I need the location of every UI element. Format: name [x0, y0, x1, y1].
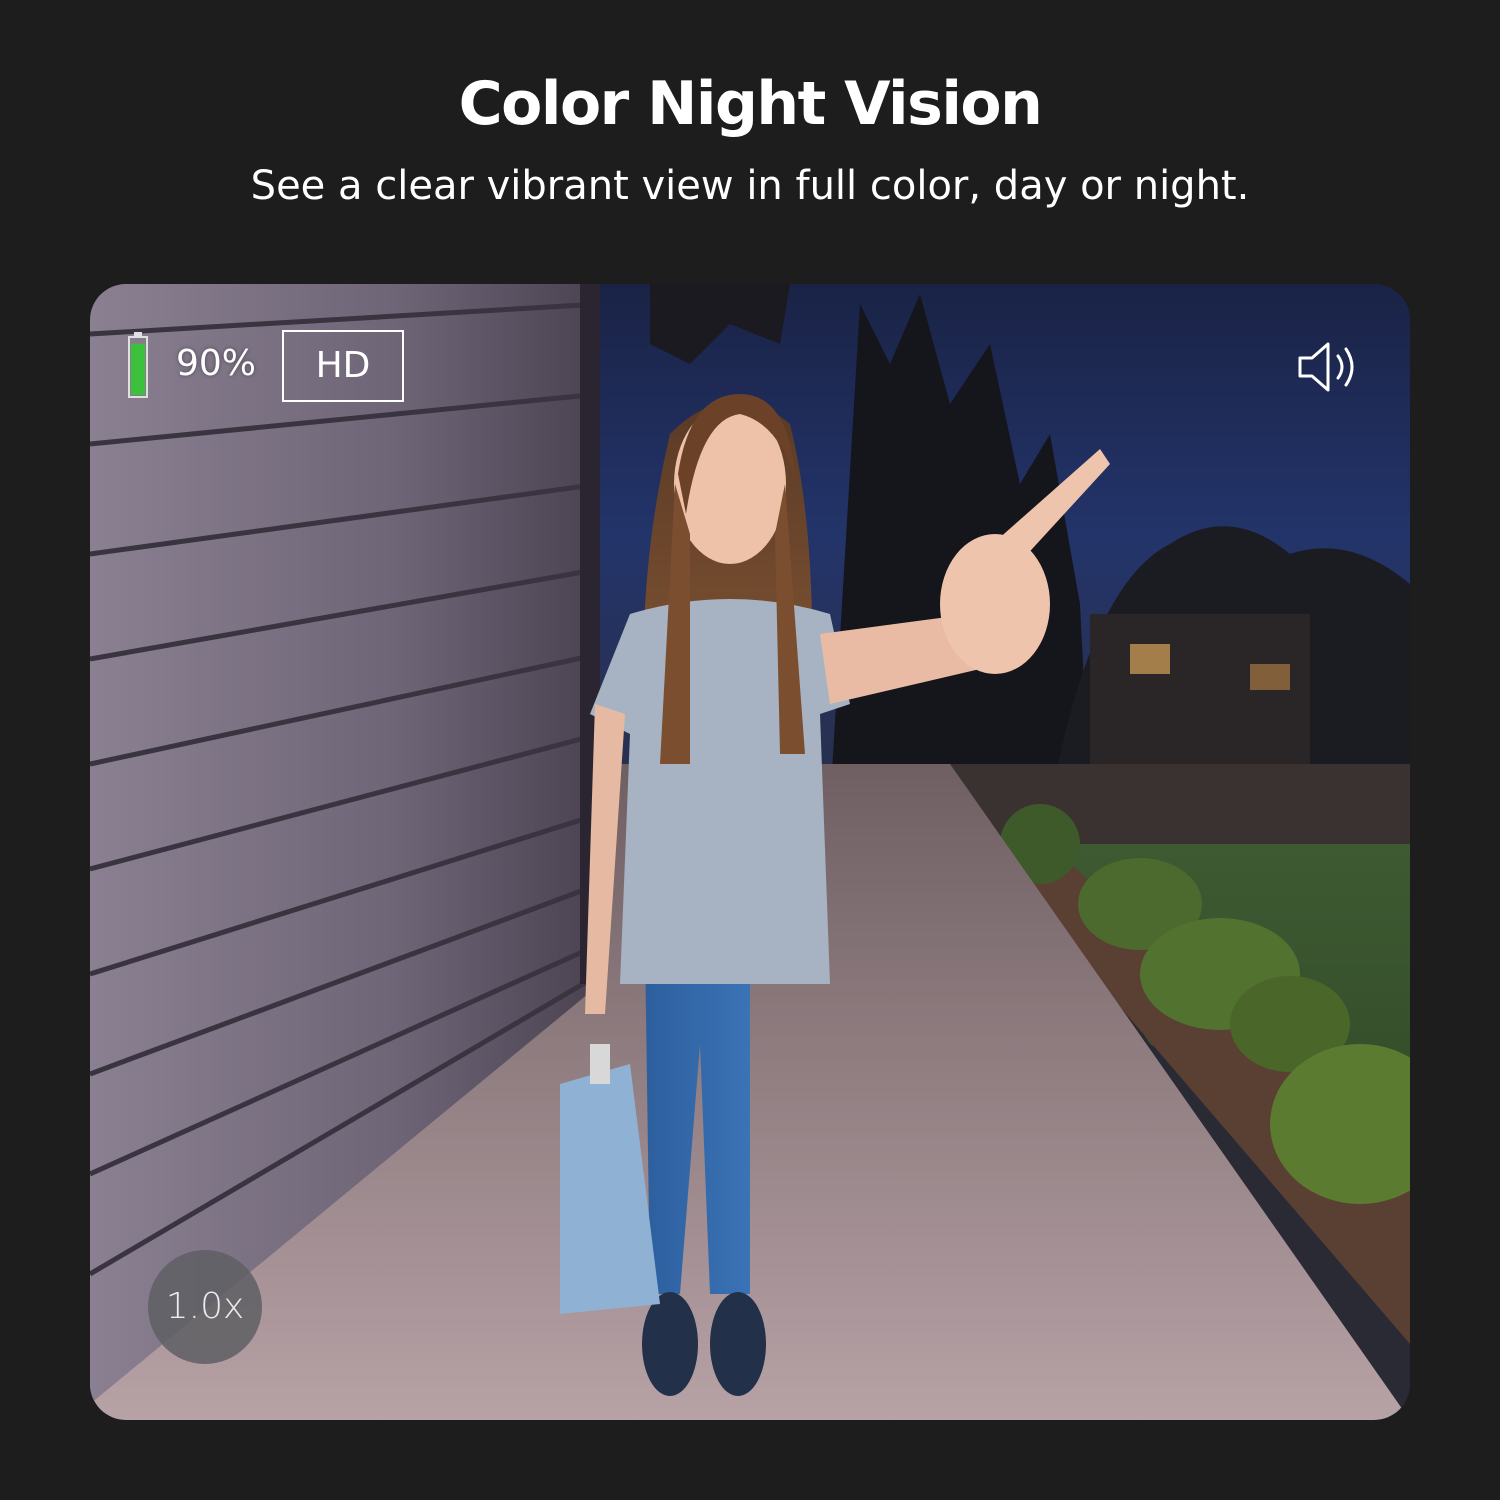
speaker-volume-icon[interactable]: [1298, 342, 1364, 392]
page-subtitle: See a clear vibrant view in full color, …: [250, 163, 1250, 209]
battery-icon: [128, 332, 148, 398]
page-title: Color Night Vision: [458, 69, 1043, 139]
hd-quality-button[interactable]: HD: [282, 330, 404, 402]
zoom-level-button[interactable]: 1.0x: [148, 1250, 262, 1364]
night-scene-image: [90, 284, 1410, 1420]
battery-percentage: 90%: [176, 343, 257, 384]
camera-live-view[interactable]: 90% HD 1.0x: [90, 284, 1410, 1420]
